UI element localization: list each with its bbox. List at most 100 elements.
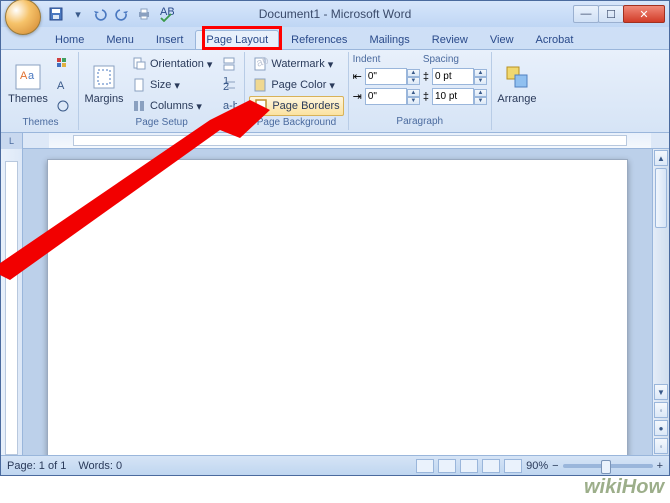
margins-icon — [90, 63, 118, 91]
svg-text:A: A — [20, 70, 28, 82]
scroll-down-button[interactable]: ▼ — [654, 384, 668, 400]
page-color-button[interactable]: Page Color ▾ — [249, 75, 343, 95]
page-viewport — [23, 149, 652, 455]
browse-object-button[interactable]: ● — [654, 420, 668, 436]
tab-review[interactable]: Review — [422, 31, 478, 49]
columns-button[interactable]: Columns ▾ — [128, 96, 215, 116]
size-button[interactable]: Size ▾ — [128, 75, 215, 95]
theme-effects-button[interactable] — [52, 96, 74, 116]
prev-page-button[interactable]: ◦ — [654, 402, 668, 418]
spin-up[interactable]: ▲ — [474, 69, 487, 77]
columns-label: Columns — [150, 100, 193, 112]
status-page[interactable]: Page: 1 of 1 — [7, 460, 66, 472]
group-page-setup: Margins Orientation ▾ Size ▾ Columns ▾ 1… — [79, 52, 245, 130]
page-borders-label: Page Borders — [272, 100, 339, 112]
ruler-horizontal: L — [1, 133, 669, 149]
view-full-screen[interactable] — [438, 459, 456, 473]
scroll-up-button[interactable]: ▲ — [654, 150, 668, 166]
tab-insert[interactable]: Insert — [146, 31, 194, 49]
maximize-button[interactable]: ☐ — [598, 5, 624, 23]
undo-icon[interactable] — [91, 5, 109, 23]
size-label: Size — [150, 79, 171, 91]
view-print-layout[interactable] — [416, 459, 434, 473]
vertical-scrollbar: ▲ ▼ ◦ ● ◦ — [652, 149, 669, 455]
print-icon[interactable] — [135, 5, 153, 23]
ribbon-tabs: Home Menu Insert Page Layout References … — [1, 27, 669, 49]
arrange-label: Arrange — [497, 93, 536, 105]
svg-text:a-b: a-b — [223, 100, 237, 112]
watermark-button[interactable]: abcWatermark ▾ — [249, 54, 343, 74]
spin-down[interactable]: ▼ — [474, 97, 487, 105]
theme-fonts-button[interactable]: A — [52, 75, 74, 95]
group-themes-label: Themes — [7, 116, 74, 129]
group-paragraph: Indent ⇤▲▼ ⇥▲▼ Spacing ‡▲▼ ‡▲▼ Paragraph — [349, 52, 492, 130]
page-color-label: Page Color — [271, 79, 326, 91]
svg-text:A: A — [57, 80, 65, 92]
titlebar: ▾ ABC Document1 - Microsoft Word — ☐ ✕ — [1, 1, 669, 27]
watermark-label: Watermark — [271, 58, 324, 70]
spacing-before-input[interactable] — [432, 68, 474, 85]
statusbar: Page: 1 of 1 Words: 0 90% − + — [1, 455, 669, 475]
tab-view[interactable]: View — [480, 31, 524, 49]
indent-left-input[interactable] — [365, 68, 407, 85]
orientation-button[interactable]: Orientation ▾ — [128, 54, 215, 74]
save-icon[interactable] — [47, 5, 65, 23]
arrange-button[interactable]: Arrange — [496, 54, 538, 114]
group-page-background: abcWatermark ▾ Page Color ▾ Page Borders… — [245, 52, 348, 130]
indent-sublabel: Indent — [353, 54, 420, 65]
breaks-button[interactable] — [218, 54, 240, 74]
spin-up[interactable]: ▲ — [474, 89, 487, 97]
group-paragraph-label: Paragraph — [353, 115, 487, 128]
tab-acrobat[interactable]: Acrobat — [526, 31, 584, 49]
app-window: ▾ ABC Document1 - Microsoft Word — ☐ ✕ H… — [0, 0, 670, 476]
spin-down[interactable]: ▼ — [407, 97, 420, 105]
arrange-icon — [503, 63, 531, 91]
tab-references[interactable]: References — [281, 31, 357, 49]
spacing-sublabel: Spacing — [423, 54, 487, 65]
spacing-after-icon: ‡ — [423, 91, 429, 103]
spin-up[interactable]: ▲ — [407, 69, 420, 77]
scroll-thumb[interactable] — [655, 168, 667, 228]
zoom-percent[interactable]: 90% — [526, 460, 548, 472]
status-words[interactable]: Words: 0 — [78, 460, 122, 472]
tab-page-layout[interactable]: Page Layout — [195, 30, 279, 49]
indent-right-input[interactable] — [365, 88, 407, 105]
svg-text:ABC: ABC — [160, 6, 174, 18]
line-numbers-button[interactable]: 12 — [218, 75, 240, 95]
tab-home[interactable]: Home — [45, 31, 94, 49]
spin-up[interactable]: ▲ — [407, 89, 420, 97]
indent-right-icon: ⇥ — [353, 90, 362, 103]
qat-dropdown-icon[interactable]: ▾ — [69, 5, 87, 23]
zoom-slider[interactable] — [563, 464, 653, 468]
spin-down[interactable]: ▼ — [407, 77, 420, 85]
spacing-after-input[interactable] — [432, 88, 474, 105]
minimize-button[interactable]: — — [573, 5, 599, 23]
margins-button[interactable]: Margins — [83, 54, 125, 114]
spelling-icon[interactable]: ABC — [157, 5, 175, 23]
view-web-layout[interactable] — [460, 459, 478, 473]
redo-icon[interactable] — [113, 5, 131, 23]
office-button[interactable] — [5, 0, 41, 35]
svg-text:a: a — [28, 70, 35, 82]
window-controls: — ☐ ✕ — [574, 5, 665, 23]
spin-down[interactable]: ▼ — [474, 77, 487, 85]
group-arrange-label — [496, 126, 538, 128]
zoom-in-button[interactable]: + — [657, 460, 663, 472]
view-outline[interactable] — [482, 459, 500, 473]
ruler-h-strip[interactable] — [49, 133, 651, 148]
themes-button[interactable]: Aa Themes — [7, 54, 49, 114]
zoom-out-button[interactable]: − — [552, 460, 558, 472]
tab-menu[interactable]: Menu — [96, 31, 144, 49]
close-button[interactable]: ✕ — [623, 5, 665, 23]
next-page-button[interactable]: ◦ — [654, 438, 668, 454]
ruler-vertical[interactable] — [1, 149, 23, 455]
page-borders-button[interactable]: Page Borders — [249, 96, 343, 116]
tab-mailings[interactable]: Mailings — [359, 31, 419, 49]
orientation-label: Orientation — [150, 58, 204, 70]
theme-colors-button[interactable] — [52, 54, 74, 74]
view-draft[interactable] — [504, 459, 522, 473]
document-page[interactable] — [47, 159, 628, 455]
hyphenation-button[interactable]: a-b — [218, 96, 240, 116]
wikihow-watermark: wikiHow — [584, 476, 664, 499]
ruler-corner[interactable]: L — [1, 133, 23, 149]
